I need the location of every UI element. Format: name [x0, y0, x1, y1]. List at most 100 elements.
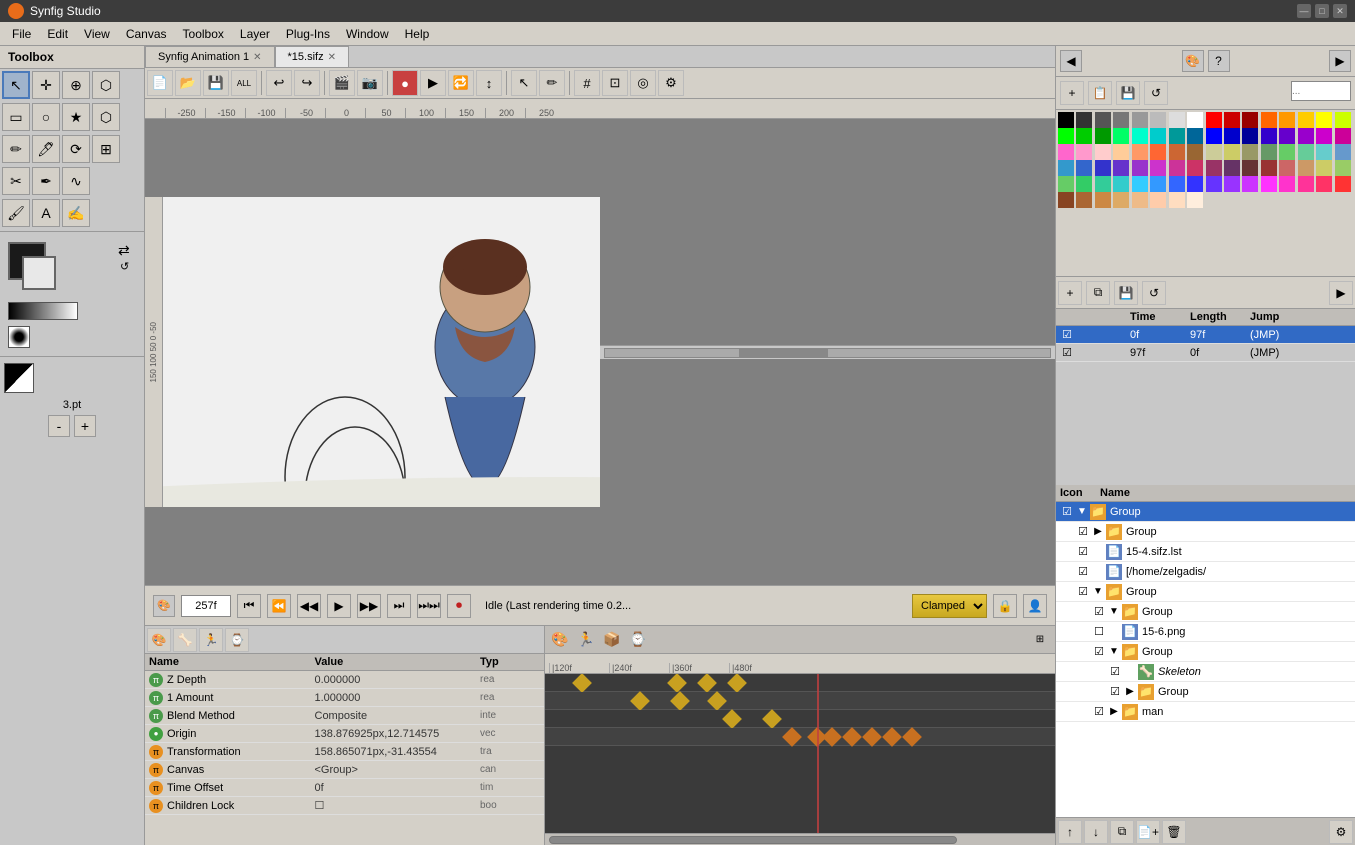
layer-file3[interactable]: ☐ 📄 15-6.png	[1056, 622, 1355, 642]
color-swatch-79[interactable]	[1335, 176, 1351, 192]
cursor-btn[interactable]: ↖	[511, 70, 537, 96]
wp-row-1[interactable]: ☑ 0f 97f (JMP)	[1056, 326, 1355, 344]
color-swatch-70[interactable]	[1169, 176, 1185, 192]
pen-tool[interactable]: ✒	[32, 167, 60, 195]
layers-dup-btn[interactable]: ⧉	[1110, 820, 1134, 844]
swap-colors[interactable]: ⇄	[118, 242, 136, 260]
frame-input[interactable]: 257f	[181, 595, 231, 617]
color-swatch-51[interactable]	[1113, 160, 1129, 176]
smooth-move-tool[interactable]: ⊕	[62, 71, 90, 99]
background-color[interactable]	[22, 256, 56, 290]
onion-btn[interactable]: ◎	[630, 70, 656, 96]
color-swatch-60[interactable]	[1279, 160, 1295, 176]
layer-expand-group1[interactable]: ▼	[1076, 506, 1088, 518]
color-swatch-64[interactable]	[1058, 176, 1074, 192]
color-swatch-87[interactable]	[1187, 192, 1203, 208]
color-swatch-28[interactable]	[1279, 128, 1295, 144]
tl-icon-time[interactable]: ⌚	[627, 629, 649, 651]
layer-group1[interactable]: ☑ ▼ 📁 Group	[1056, 502, 1355, 522]
color-swatch-9[interactable]	[1224, 112, 1240, 128]
prev-frame-btn[interactable]: ⏪	[267, 594, 291, 618]
layers-del-btn[interactable]: 🗑	[1162, 820, 1186, 844]
color-swatch-67[interactable]	[1113, 176, 1129, 192]
grid-btn[interactable]: #	[574, 70, 600, 96]
color-swatch-85[interactable]	[1150, 192, 1166, 208]
wp-save-btn[interactable]: 💾	[1114, 281, 1138, 305]
kf-2-3[interactable]	[707, 691, 727, 711]
color-swatch-31[interactable]	[1335, 128, 1351, 144]
animate-mode-btn[interactable]: 👤	[1023, 594, 1047, 618]
pencil-btn[interactable]: ✏	[539, 70, 565, 96]
timeline-content[interactable]	[545, 674, 1055, 833]
polygon-tool[interactable]: ⬡	[92, 103, 120, 131]
prop-filter-btn[interactable]: 🎨	[147, 628, 171, 652]
color-swatch-38[interactable]	[1169, 144, 1185, 160]
kf-3-1[interactable]	[722, 709, 742, 729]
color-swatch-19[interactable]	[1113, 128, 1129, 144]
color-swatch-42[interactable]	[1242, 144, 1258, 160]
prop-bline-btn[interactable]: 🏃	[199, 628, 223, 652]
menu-help[interactable]: Help	[397, 25, 438, 43]
prop-options-btn[interactable]: 🦴	[173, 628, 197, 652]
nav-right-arrow[interactable]: ▶	[1329, 50, 1351, 72]
palette-search[interactable]	[1291, 81, 1351, 101]
tl-icon-canvas[interactable]: 🎨	[549, 629, 571, 651]
tab-15sifz[interactable]: *15.sifz ✕	[275, 46, 349, 67]
color-swatch-17[interactable]	[1076, 128, 1092, 144]
wp-dup-btn[interactable]: ⧉	[1086, 281, 1110, 305]
color-swatch-56[interactable]	[1206, 160, 1222, 176]
layer-check-group4[interactable]: ☑	[1092, 605, 1106, 619]
decrease-size[interactable]: -	[48, 415, 70, 437]
layers-add-btn[interactable]: 📄+	[1136, 820, 1160, 844]
lock-btn[interactable]: 🔒	[993, 594, 1017, 618]
color-swatch-59[interactable]	[1261, 160, 1277, 176]
circle-tool[interactable]: ○	[32, 103, 60, 131]
wp-reload-btn[interactable]: ↺	[1142, 281, 1166, 305]
layer-check-skel1[interactable]: ☑	[1108, 665, 1122, 679]
color-swatch-27[interactable]	[1261, 128, 1277, 144]
color-swatch-73[interactable]	[1224, 176, 1240, 192]
wp-row-2[interactable]: ☑ 97f 0f (JMP)	[1056, 344, 1355, 362]
layer-expand-group6[interactable]: ▶	[1124, 686, 1136, 698]
color-swatch-71[interactable]	[1187, 176, 1203, 192]
layer-expand-group3[interactable]: ▼	[1092, 586, 1104, 598]
kf-3-2[interactable]	[762, 709, 782, 729]
tl-icon-person[interactable]: 🏃	[575, 629, 597, 651]
end-btn[interactable]: ⏭⏭	[417, 594, 441, 618]
color-swatch-65[interactable]	[1076, 176, 1092, 192]
layer-check-file1[interactable]: ☑	[1076, 545, 1090, 559]
color-swatch-72[interactable]	[1206, 176, 1222, 192]
layer-expand-file1[interactable]	[1092, 546, 1104, 558]
nav-left-arrow[interactable]: ◀	[1060, 50, 1082, 72]
color-swatch-66[interactable]	[1095, 176, 1111, 192]
next-keyframe-btn[interactable]: ⏭	[387, 594, 411, 618]
kf-1-2[interactable]	[667, 674, 687, 693]
layer-man1[interactable]: ☑ ▶ 📁 man	[1056, 702, 1355, 722]
layer-check-man1[interactable]: ☑	[1092, 705, 1106, 719]
color-swatch-55[interactable]	[1187, 160, 1203, 176]
loop-btn[interactable]: 🔁	[448, 70, 474, 96]
color-swatch-82[interactable]	[1095, 192, 1111, 208]
save-all-btn[interactable]: ALL	[231, 70, 257, 96]
play-btn[interactable]: ▶	[327, 594, 351, 618]
color-swatch-12[interactable]	[1279, 112, 1295, 128]
canvas-scroll-inner[interactable]	[604, 348, 1051, 358]
layer-expand-file2[interactable]	[1092, 566, 1104, 578]
fill-tool[interactable]: ⟳	[62, 135, 90, 163]
color-swatch-33[interactable]	[1076, 144, 1092, 160]
save-palette-btn[interactable]: 💾	[1116, 81, 1140, 105]
close-button[interactable]: ✕	[1333, 4, 1347, 18]
toggle-animate[interactable]: ●	[392, 70, 418, 96]
prev-keyframe-btn[interactable]: ⏮	[237, 594, 261, 618]
undo-btn[interactable]: ↩	[266, 70, 292, 96]
layer-check-file2[interactable]: ☑	[1076, 565, 1090, 579]
tab-animation1[interactable]: Synfig Animation 1 ✕	[145, 46, 275, 67]
layer-check-group1[interactable]: ☑	[1060, 505, 1074, 519]
prop-row-origin[interactable]: ● Origin 138.876925px,12.714575 vec	[145, 725, 544, 743]
color-swatch-26[interactable]	[1242, 128, 1258, 144]
color-swatch-24[interactable]	[1206, 128, 1222, 144]
color-swatch-44[interactable]	[1279, 144, 1295, 160]
color-swatch-40[interactable]	[1206, 144, 1222, 160]
canvas-area[interactable]: ~LC 150 100 50 0 -50	[145, 119, 1055, 585]
color-swatch-34[interactable]	[1095, 144, 1111, 160]
